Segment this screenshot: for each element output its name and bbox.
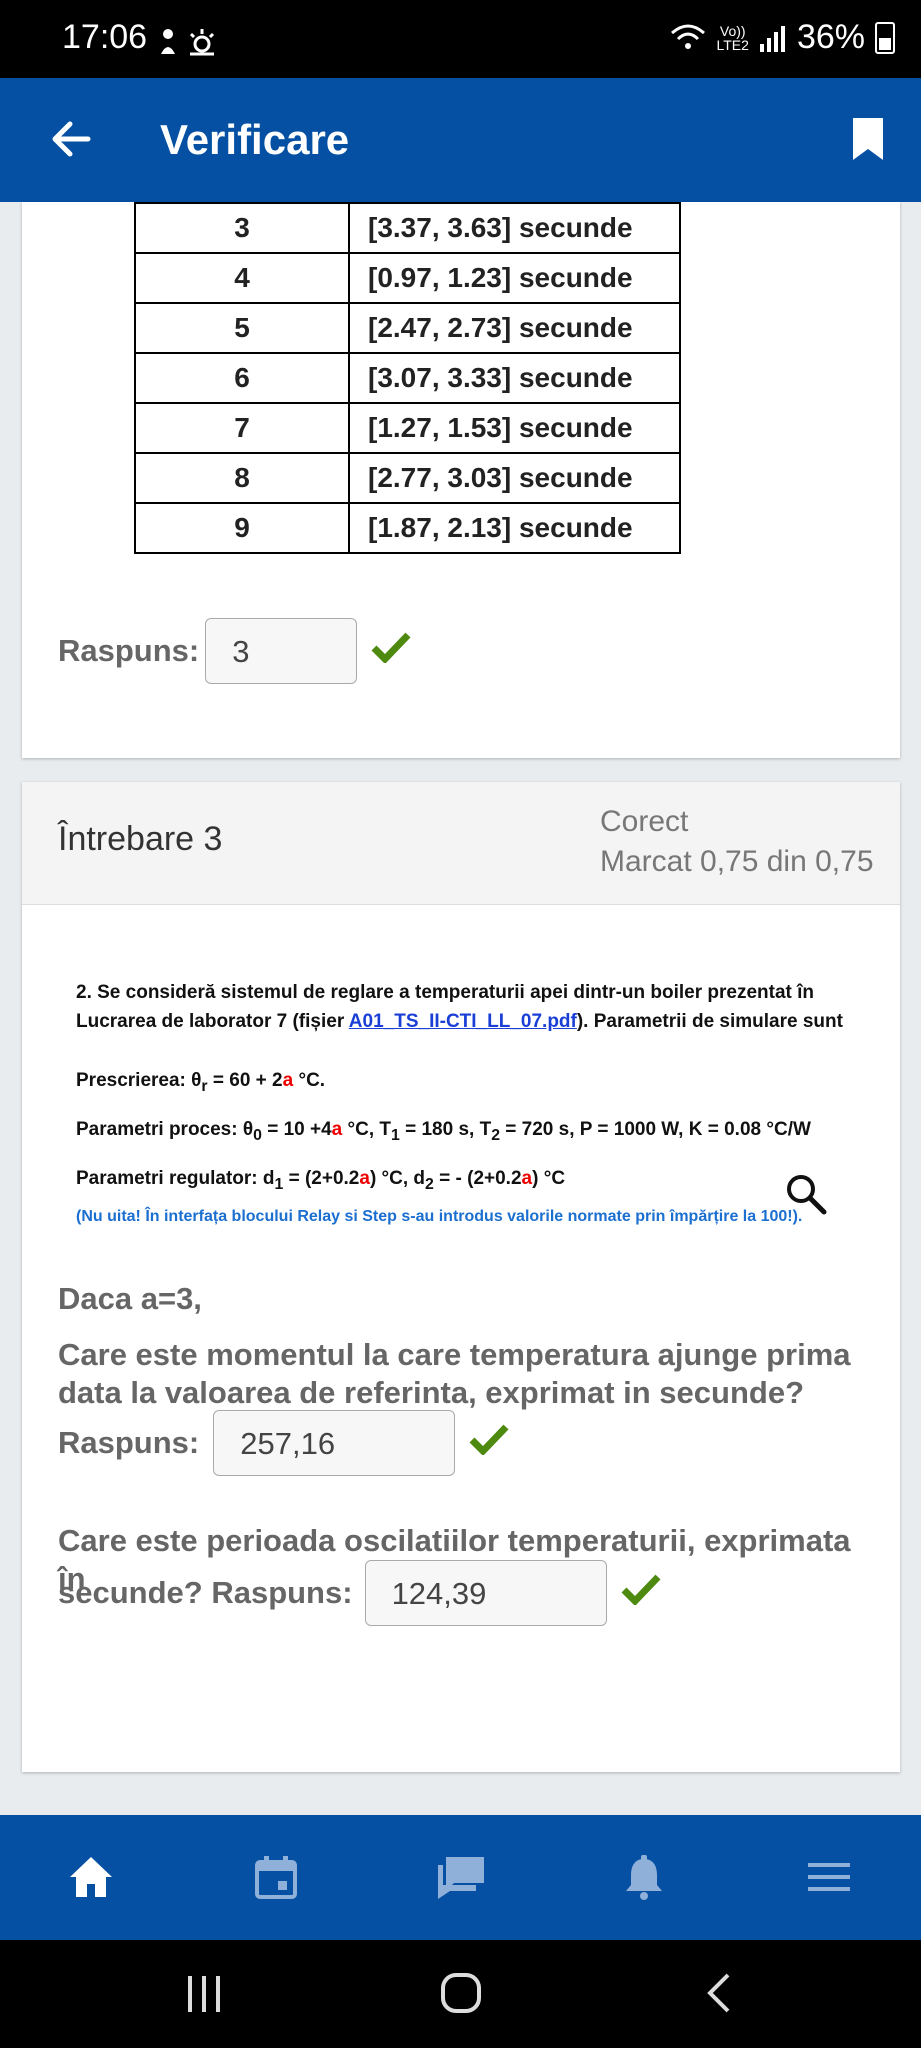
problem-line-2: Lucrarea de laborator 7 (fișier A01_TS_I… — [76, 1011, 843, 1032]
network-label: Vo)) LTE2 — [716, 22, 749, 53]
mark-text: Marcat 0,75 din 0,75 — [600, 845, 874, 878]
wifi-icon — [670, 24, 705, 49]
answer-input-2[interactable]: 124,39 — [364, 1560, 607, 1626]
bottom-navigation — [0, 1815, 921, 1940]
magnifier-icon[interactable] — [784, 1172, 828, 1221]
row-number: 7 — [134, 402, 350, 454]
question-2-answer-row: Raspuns: 3 — [58, 618, 411, 684]
recent-apps-icon[interactable] — [186, 1974, 222, 2019]
process-params-line: Parametri proces: θ0 = 10 +4a °C, T1 = 1… — [76, 1118, 811, 1144]
status-bar: 17:06 Vo)) LTE2 36% — [0, 0, 921, 78]
question-header: Întrebare 3 Corect Marcat 0,75 din 0,75 — [22, 782, 900, 905]
table-row: 8 [2.77, 3.03] secunde — [134, 452, 681, 504]
question-text-1: Care este momentul la care temperatura a… — [58, 1337, 851, 1410]
question-title: Întrebare 3 — [58, 820, 223, 858]
question-2-card: 3 [3.37, 3.63] secunde 4 [0.97, 1.23] secun… — [22, 202, 900, 758]
answer-row-2: secunde? Raspuns: 124,39 — [58, 1560, 661, 1626]
problem-statement: 2. Se consideră sistemul de reglare a te… — [76, 978, 876, 1231]
problem-line-1: 2. Se consideră sistemul de reglare a te… — [76, 982, 815, 1003]
given-text: Daca a=3, — [58, 1281, 202, 1316]
row-number: 6 — [134, 352, 350, 404]
menu-icon[interactable] — [808, 1861, 850, 1898]
row-interval: [2.47, 2.73] secunde — [348, 302, 681, 354]
answer-label: Raspuns: — [58, 633, 200, 668]
controller-params-line: Parametri regulator: d1 = (2+0.2a) °C, d… — [76, 1167, 566, 1193]
status-time: 17:06 — [62, 18, 148, 56]
status-right: Vo)) LTE2 36% — [669, 18, 895, 57]
row-interval: [3.37, 3.63] secunde — [348, 202, 681, 254]
note-line: (Nu uita! În interfața blocului Relay si… — [76, 1208, 803, 1226]
row-number: 3 — [134, 202, 350, 254]
battery-icon — [875, 21, 895, 54]
home-button-icon[interactable] — [440, 1972, 482, 2019]
prescription-line: Prescrierea: θr = 60 + 2a °C. — [76, 1070, 326, 1095]
table-row: 7 [1.27, 1.53] secunde — [134, 402, 681, 454]
answer-label: Raspuns: — [58, 1425, 200, 1460]
row-interval: [3.07, 3.33] secunde — [348, 352, 681, 404]
answer-row-1: Raspuns: 257,16 — [58, 1410, 509, 1476]
system-navigation-bar — [0, 1940, 921, 2048]
answer-input-1[interactable]: 257,16 — [213, 1410, 456, 1476]
status-text: Corect — [600, 805, 689, 838]
row-number: 4 — [134, 252, 350, 304]
intervals-table: 3 [3.37, 3.63] secunde 4 [0.97, 1.23] secun… — [134, 202, 681, 554]
back-arrow-icon[interactable] — [48, 116, 94, 167]
app-bar: Verificare — [0, 78, 921, 202]
question-3-card: Întrebare 3 Corect Marcat 0,75 din 0,75 … — [22, 782, 900, 1772]
signal-icon — [759, 25, 785, 52]
answer-label-2: secunde? Raspuns: — [58, 1575, 353, 1610]
page-title: Verificare — [160, 116, 350, 163]
question-status: Corect Marcat 0,75 din 0,75 — [600, 802, 874, 882]
bookmark-icon[interactable] — [851, 116, 885, 167]
table-row: 3 [3.37, 3.63] secunde — [134, 202, 681, 254]
back-button-icon[interactable] — [704, 1972, 732, 2019]
table-row: 5 [2.47, 2.73] secunde — [134, 302, 681, 354]
table-row: 9 [1.87, 2.13] secunde — [134, 502, 681, 554]
table-row: 4 [0.97, 1.23] secunde — [134, 252, 681, 304]
row-interval: [0.97, 1.23] secunde — [348, 252, 681, 304]
row-interval: [1.27, 1.53] secunde — [348, 402, 681, 454]
check-icon — [469, 1423, 509, 1463]
battery-percent: 36% — [796, 18, 865, 56]
file-link[interactable]: A01_TS_II-CTI_LL_07.pdf — [349, 1011, 577, 1032]
row-number: 8 — [134, 452, 350, 504]
row-number: 9 — [134, 502, 350, 554]
home-icon[interactable] — [68, 1855, 114, 1904]
table-row: 6 [3.07, 3.33] secunde — [134, 352, 681, 404]
status-notification-icons — [158, 26, 218, 63]
bell-icon[interactable] — [624, 1855, 664, 1906]
weather-icon — [161, 29, 215, 56]
messages-icon[interactable] — [436, 1855, 486, 1904]
check-icon — [371, 631, 411, 671]
check-icon — [621, 1573, 661, 1613]
row-number: 5 — [134, 302, 350, 354]
row-interval: [2.77, 3.03] secunde — [348, 452, 681, 504]
answer-input[interactable]: 3 — [205, 618, 358, 684]
row-interval: [1.87, 2.13] secunde — [348, 502, 681, 554]
calendar-icon[interactable] — [254, 1855, 298, 1904]
